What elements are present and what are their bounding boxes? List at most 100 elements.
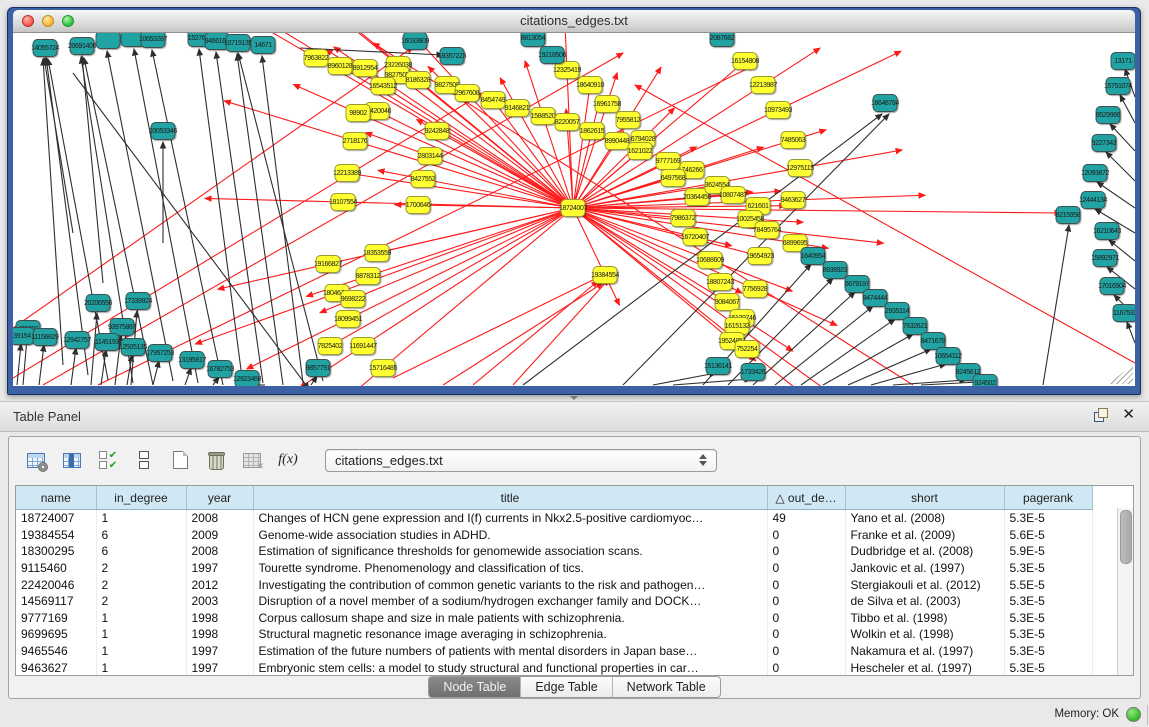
table-cell[interactable]: Estimation of significance thresholds fo… [253, 543, 767, 560]
show-columns-icon[interactable] [59, 447, 85, 473]
network-node[interactable]: 19384554 [593, 266, 618, 284]
maximize-window-button[interactable] [62, 15, 74, 27]
table-cell[interactable]: 1 [96, 626, 186, 643]
select-columns-icon[interactable]: ✔✔ [95, 447, 121, 473]
table-cell[interactable]: Genome-wide association studies in ADHD. [253, 527, 767, 544]
table-cell[interactable]: 2 [96, 560, 186, 577]
table-cell[interactable]: Dudbridge et al. (2008) [845, 543, 1004, 560]
table-cell[interactable]: 5.3E-5 [1004, 643, 1092, 660]
network-node[interactable]: 7986372 [671, 209, 696, 227]
table-cell[interactable]: 0 [767, 610, 845, 627]
network-node[interactable]: 16648784 [873, 94, 898, 112]
table-cell[interactable]: 5.6E-5 [1004, 527, 1092, 544]
network-canvas[interactable]: 1872400779638228960128891295423226038982… [13, 33, 1135, 386]
float-panel-icon[interactable] [1094, 408, 1108, 422]
table-cell[interactable]: 2008 [186, 510, 253, 527]
network-node[interactable]: 9529966 [1096, 106, 1121, 124]
table-cell[interactable]: 0 [767, 576, 845, 593]
network-node[interactable]: 8878312 [356, 267, 381, 285]
table-cell[interactable]: 9699695 [16, 626, 96, 643]
table-row[interactable]: 977716911998Corpus callosum shape and si… [16, 610, 1092, 627]
table-cell[interactable]: 5.3E-5 [1004, 560, 1092, 577]
table-cell[interactable]: Stergiakouli et al. (2012) [845, 576, 1004, 593]
network-node[interactable]: 9242848 [425, 122, 450, 140]
network-node[interactable]: 9857791 [306, 359, 331, 377]
close-panel-icon[interactable]: ✕ [1122, 408, 1135, 422]
network-node[interactable]: 10654112 [936, 347, 961, 365]
table-cell[interactable]: 2009 [186, 527, 253, 544]
network-node[interactable]: 9227343 [1092, 134, 1117, 152]
table-cell[interactable]: 1997 [186, 659, 253, 676]
network-node[interactable]: 7485063 [781, 131, 806, 149]
network-node[interactable]: 1700646 [406, 196, 431, 214]
table-cell[interactable]: 2 [96, 576, 186, 593]
table-cell[interactable]: 0 [767, 543, 845, 560]
table-cell[interactable]: 9465546 [16, 643, 96, 660]
network-node[interactable]: 1588520 [531, 107, 556, 125]
table-cell[interactable]: 9777169 [16, 610, 96, 627]
network-node[interactable]: 16033809 [403, 33, 428, 50]
network-node[interactable]: 1733426 [741, 363, 766, 381]
network-node[interactable]: 20206556 [86, 294, 111, 312]
network-node[interactable]: 19218506 [540, 46, 565, 64]
network-node[interactable]: 7963822 [304, 49, 329, 67]
network-node[interactable]: 752254 [735, 340, 760, 358]
column-header[interactable]: pagerank [1004, 486, 1092, 510]
network-node[interactable]: 16782753 [208, 360, 233, 378]
network-node[interactable]: 1145193 [95, 333, 120, 351]
column-header[interactable]: title [253, 486, 767, 510]
network-node[interactable]: 20691406 [70, 37, 95, 55]
delete-icon[interactable] [203, 447, 229, 473]
network-node[interactable]: 19654923 [748, 247, 773, 265]
table-cell[interactable]: 22420046 [16, 576, 96, 593]
table-row[interactable]: 1938455462009Genome-wide association stu… [16, 527, 1092, 544]
table-cell[interactable]: Jankovic et al. (1997) [845, 560, 1004, 577]
table-cell[interactable]: 49 [767, 510, 845, 527]
close-window-button[interactable] [22, 15, 34, 27]
table-cell[interactable]: 5.3E-5 [1004, 626, 1092, 643]
table-row[interactable]: 911546021997Tourette syndrome. Phenomeno… [16, 560, 1092, 577]
network-node[interactable]: 17957253 [148, 344, 173, 362]
network-node[interactable]: 1640954 [801, 247, 826, 265]
table-cell[interactable]: 9115460 [16, 560, 96, 577]
network-node[interactable]: 15751074 [1106, 77, 1131, 95]
network-node[interactable]: 9474444 [863, 289, 888, 307]
network-node[interactable]: 8938923 [823, 261, 848, 279]
table-cell[interactable]: Nakamura et al. (1997) [845, 643, 1004, 660]
table-scrollbar[interactable] [1117, 508, 1133, 675]
network-node[interactable]: 16210643 [1095, 222, 1120, 240]
network-selector-dropdown[interactable]: citations_edges.txt [325, 449, 717, 472]
network-node[interactable]: 8215958 [1056, 206, 1081, 224]
network-node[interactable]: 11156829 [33, 328, 58, 346]
table-cell[interactable]: Yano et al. (2008) [845, 510, 1004, 527]
table-cell[interactable]: Corpus callosum shape and size in male p… [253, 610, 767, 627]
table-cell[interactable]: 0 [767, 643, 845, 660]
scrollbar-thumb[interactable] [1120, 510, 1132, 564]
table-cell[interactable]: 1997 [186, 560, 253, 577]
network-node[interactable]: 8427552 [411, 170, 436, 188]
network-node[interactable]: 12444134 [1081, 191, 1106, 209]
network-node[interactable]: 19166827 [316, 255, 341, 273]
network-node[interactable]: 8960128 [328, 57, 353, 75]
table-cell[interactable]: Franke et al. (2009) [845, 527, 1004, 544]
column-header[interactable]: in_degree [96, 486, 186, 510]
table-cell[interactable]: 18724007 [16, 510, 96, 527]
table-cell[interactable]: 0 [767, 626, 845, 643]
table-row[interactable]: 969969511998Structural magnetic resonanc… [16, 626, 1092, 643]
network-node[interactable]: 13195817 [180, 351, 205, 369]
network-node[interactable]: 20053346 [151, 122, 176, 140]
network-node[interactable]: 8186328 [406, 71, 431, 89]
network-node[interactable]: 9698222 [341, 290, 366, 308]
network-node[interactable]: 14055724 [33, 39, 58, 57]
table-cell[interactable]: 14569117 [16, 593, 96, 610]
table-cell[interactable]: 5.3E-5 [1004, 593, 1092, 610]
tab-network-table[interactable]: Network Table [613, 677, 720, 697]
network-node[interactable]: 10973493 [766, 101, 791, 119]
window-titlebar[interactable]: citations_edges.txt [13, 10, 1135, 33]
network-node[interactable]: 6497568 [661, 169, 686, 187]
network-node[interactable]: 12213389 [335, 164, 360, 182]
table-cell[interactable]: 5.3E-5 [1004, 659, 1092, 676]
network-node[interactable]: 17016504 [1100, 277, 1125, 295]
network-node[interactable]: 12923468 [235, 370, 260, 386]
network-node[interactable]: 8912954 [353, 59, 378, 77]
